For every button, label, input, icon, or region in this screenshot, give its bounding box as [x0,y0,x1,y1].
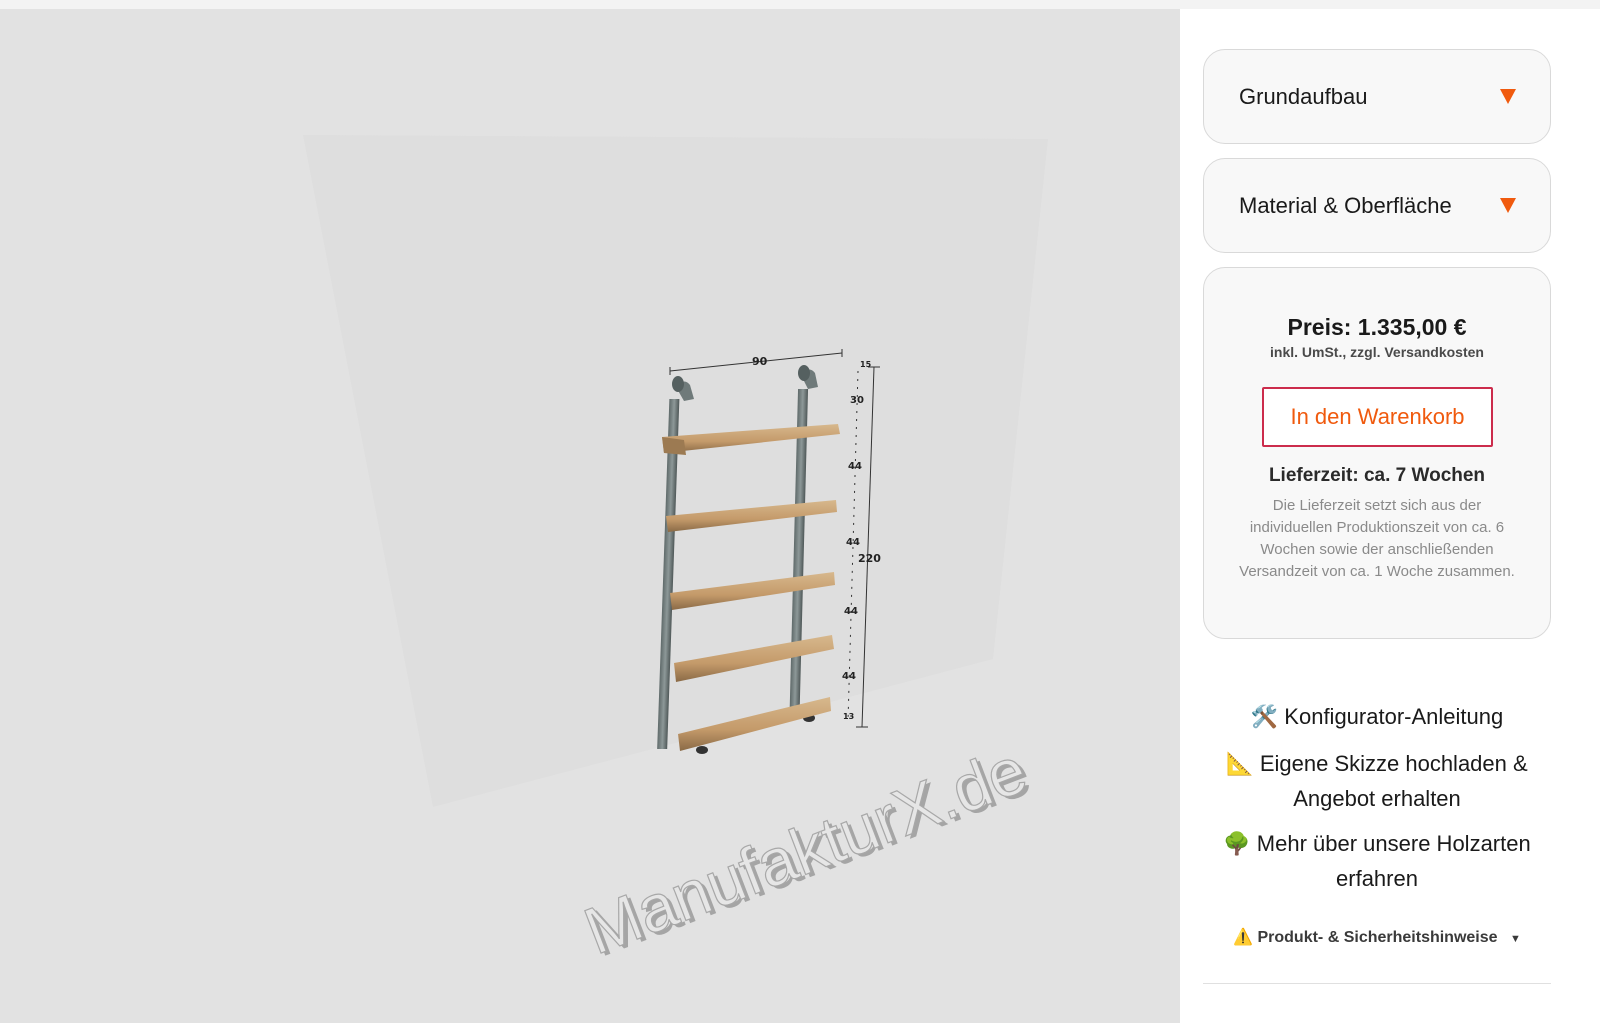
pipe-foot-left [696,746,708,754]
top-strip [0,0,1600,9]
safety-notes-toggle[interactable]: ⚠️ Produkt- & Sicherheitshinweise ▼ [1203,927,1551,947]
viewer-canvas[interactable]: 90 15 30 44 44 44 44 13 220 ManufakturX.… [0,9,1180,1023]
configurator-sidebar: Grundaufbau Material & Oberfläche Preis:… [1180,9,1600,1023]
link-configurator-guide[interactable]: 🛠️ Konfigurator-Anleitung [1203,699,1551,734]
triangle-ruler-icon: 📐 [1226,751,1254,776]
dim-total-height: 220 [858,552,881,565]
caret-down-icon: ▼ [1510,933,1521,945]
help-links: 🛠️ Konfigurator-Anleitung [1203,699,1551,734]
dim-segment-3: 44 [846,537,860,548]
chevron-down-icon [1500,89,1516,104]
watermark: ManufakturX.de ManufakturX.de [574,731,1040,970]
dim-segment-6: 13 [843,712,854,721]
link-upload-sketch[interactable]: 📐 Eigene Skizze hochladen & Angebot erha… [1203,746,1551,816]
add-to-cart-button[interactable]: In den Warenkorb [1262,387,1493,447]
dim-top-offset: 15 [860,360,872,369]
dim-segment-4: 44 [844,606,858,617]
accordion-grundaufbau[interactable]: Grundaufbau [1203,49,1551,144]
dim-segment-2: 44 [848,461,862,472]
accordion-label: Material & Oberfläche [1239,192,1452,218]
help-links-3: 🌳 Mehr über unsere Holzarten erfahren [1203,826,1551,896]
dim-segment-1: 30 [850,395,864,406]
chevron-down-icon [1500,198,1516,213]
3d-viewer[interactable]: 90 15 30 44 44 44 44 13 220 ManufakturX.… [0,9,1180,1023]
warning-icon: ⚠️ [1233,929,1254,946]
price: Preis: 1.335,00 € [1287,314,1467,340]
tree-icon: 🌳 [1223,831,1251,856]
divider [1203,983,1551,984]
dim-width: 90 [752,355,768,368]
price-card: Preis: 1.335,00 € inkl. UmSt., zzgl. Ver… [1203,267,1551,639]
delivery-note: Die Lieferzeit setzt sich aus der indivi… [1239,497,1515,580]
link-wood-types[interactable]: 🌳 Mehr über unsere Holzarten erfahren [1203,826,1551,896]
svg-text:ManufakturX.de: ManufakturX.de [574,732,1036,968]
accordion-material[interactable]: Material & Oberfläche [1203,158,1551,253]
price-note: inkl. UmSt., zzgl. Versandkosten [1270,344,1484,360]
accordion-label: Grundaufbau [1239,83,1368,109]
delivery-time: Lieferzeit: ca. 7 Wochen [1268,465,1486,486]
help-links-2: 📐 Eigene Skizze hochladen & Angebot erha… [1203,746,1551,816]
tools-icon: 🛠️ [1250,704,1279,729]
dim-segment-5: 44 [842,671,856,682]
